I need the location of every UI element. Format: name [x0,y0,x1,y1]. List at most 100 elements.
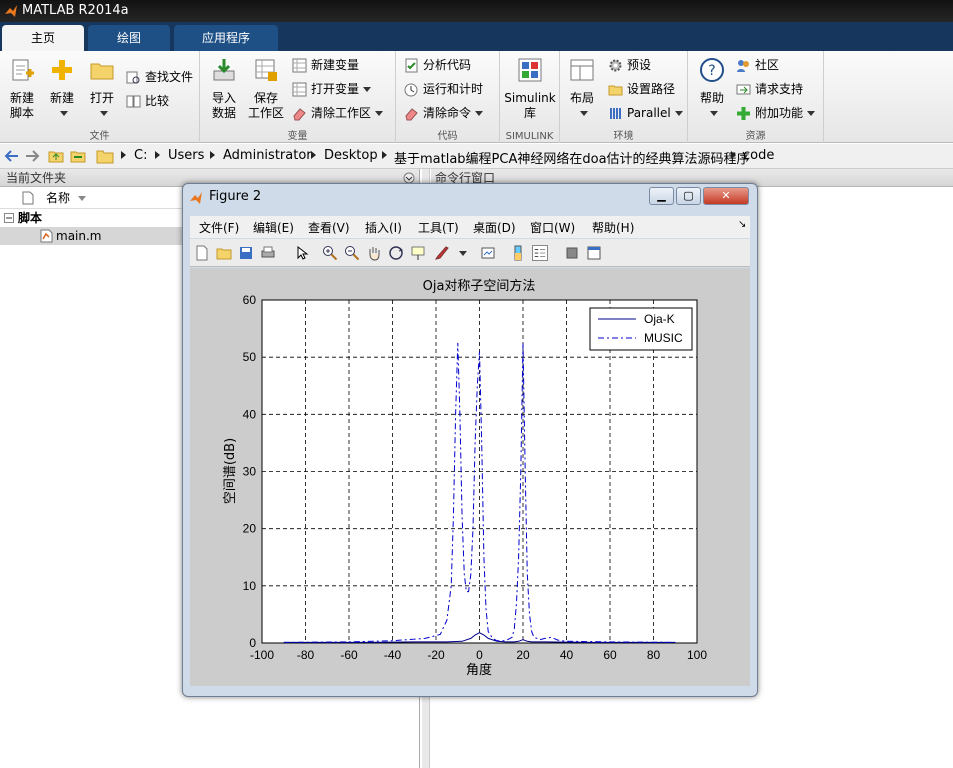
compare-label: 比较 [145,94,170,108]
brush-icon[interactable] [434,245,450,261]
link-plot-icon[interactable] [480,245,496,261]
parallel-button[interactable]: Parallel [608,103,683,123]
legend-label-music: MUSIC [644,331,683,345]
menu-window[interactable]: 窗口(W) [530,219,575,236]
legend-icon[interactable] [532,245,548,261]
breadcrumb-administrator[interactable]: Administrator [223,148,312,163]
menu-file[interactable]: 文件(F) [199,219,239,236]
chevron-down-icon [807,111,816,116]
open-button[interactable]: 打开 [86,57,118,121]
menu-desktop[interactable]: 桌面(D) [473,219,516,236]
breadcrumb-separator [210,151,215,159]
preferences-button[interactable]: 预设 [608,55,651,75]
find-files-button[interactable]: 查找文件 [126,67,193,87]
x-tick-label: 100 [687,648,707,662]
plot-axes: -100 -80 -60 -40 -20 0 20 40 60 80 100 0 10 20 30 40 50 6… [223,278,707,678]
eraser-icon [293,108,306,121]
new-button[interactable]: 新建 [46,57,78,121]
back-icon[interactable] [4,149,20,163]
run-and-time-button[interactable]: 运行和计时 [404,79,483,99]
ribbon-tabs: 主页 绘图 应用程序 [0,22,953,51]
hide-plot-tools-icon[interactable] [564,245,580,261]
zoom-in-icon[interactable] [322,245,338,261]
print-icon[interactable] [260,245,276,261]
find-files-label: 查找文件 [145,70,194,84]
m-file-icon [40,229,53,243]
open-file-icon[interactable] [216,245,232,261]
breadcrumb-code[interactable]: code [743,148,774,163]
clear-commands-button[interactable]: 清除命令 [404,103,484,123]
resources-section-caption: 资源 [745,131,766,142]
community-button[interactable]: 社区 [736,55,779,75]
menu-insert[interactable]: 插入(I) [365,219,402,236]
set-path-label: 设置路径 [627,82,676,96]
breadcrumb-project-folder[interactable]: 基于matlab编程PCA神经网络在doa估计的经典算法源码程序 [394,148,750,167]
tab-plots[interactable]: 绘图 [88,25,170,51]
breadcrumb-separator [382,151,387,159]
menu-tools[interactable]: 工具(T) [418,219,459,236]
data-cursor-icon[interactable] [410,245,426,261]
x-tick-label: 80 [647,648,661,662]
x-tick-label: -60 [340,648,358,662]
name-column-header[interactable]: 名称 [46,191,70,205]
new-figure-icon[interactable] [194,245,210,261]
menu-edit[interactable]: 编辑(E) [253,219,294,236]
menu-dock-icon[interactable]: ↘ [738,219,746,230]
add-ons-button[interactable]: 附加功能 [736,103,816,123]
chevron-down-icon [375,111,384,116]
breadcrumb-users[interactable]: Users [168,148,204,163]
help-button[interactable]: ? 帮助 [696,57,728,121]
chevron-down-icon[interactable] [459,251,467,256]
zoom-out-icon[interactable] [344,245,360,261]
breadcrumb-desktop[interactable]: Desktop [324,148,378,163]
open-variable-button[interactable]: 打开变量 [292,79,372,99]
pan-icon[interactable] [366,245,382,261]
show-plot-tools-icon[interactable] [586,245,602,261]
analyze-code-icon [405,58,418,73]
app-title: MATLAB R2014a [22,3,129,18]
tab-apps[interactable]: 应用程序 [174,25,278,51]
import-icon [213,59,235,81]
new-script-button[interactable]: 新建 脚本 [6,57,38,121]
analyze-code-button[interactable]: 分析代码 [404,55,471,75]
close-button[interactable]: ✕ [703,187,749,205]
open-variable-icon [292,82,307,97]
clear-workspace-button[interactable]: 清除工作区 [292,103,384,123]
add-ons-icon [737,107,750,120]
svg-text:?: ? [708,63,715,79]
compare-button[interactable]: 比较 [126,91,169,111]
layout-button[interactable]: 布局 [566,57,598,121]
new-variable-button[interactable]: 新建变量 [292,55,359,75]
x-tick-label: -100 [250,648,274,662]
x-tick-label: -80 [297,648,315,662]
breadcrumb-separator [155,151,160,159]
tab-home[interactable]: 主页 [2,25,84,51]
save-workspace-button[interactable]: 保存 工作区 [246,57,286,121]
menu-help[interactable]: 帮助(H) [592,219,634,236]
simulink-library-button[interactable]: Simulink 库 [504,57,556,121]
analyze-code-label: 分析代码 [423,58,472,72]
menu-view[interactable]: 查看(V) [308,219,350,236]
maximize-button[interactable]: ▢ [676,187,701,205]
file-name: main.m [56,229,102,243]
colorbar-icon[interactable] [510,245,526,261]
edit-plot-icon[interactable] [294,245,310,261]
up-folder-icon[interactable] [48,148,64,164]
forward-icon[interactable] [24,149,40,163]
rotate-3d-icon[interactable] [388,245,404,261]
save-figure-icon[interactable] [238,245,254,261]
import-data-button[interactable]: 导入 数据 [208,57,240,121]
parallel-icon [610,108,621,119]
request-support-button[interactable]: 请求支持 [736,79,803,99]
figure-toolbar [190,239,750,267]
minimize-button[interactable]: ▁ [649,187,674,205]
request-support-label: 请求支持 [755,82,804,96]
sort-icon[interactable] [77,196,86,201]
chevron-down-icon [100,111,108,116]
preferences-label: 预设 [627,58,652,72]
browse-folder-icon[interactable] [70,148,86,164]
collapse-icon[interactable] [4,213,14,223]
current-folder-title-text: 当前文件夹 [6,171,67,185]
set-path-button[interactable]: 设置路径 [608,79,675,99]
breadcrumb-drive[interactable]: C: [134,148,147,163]
